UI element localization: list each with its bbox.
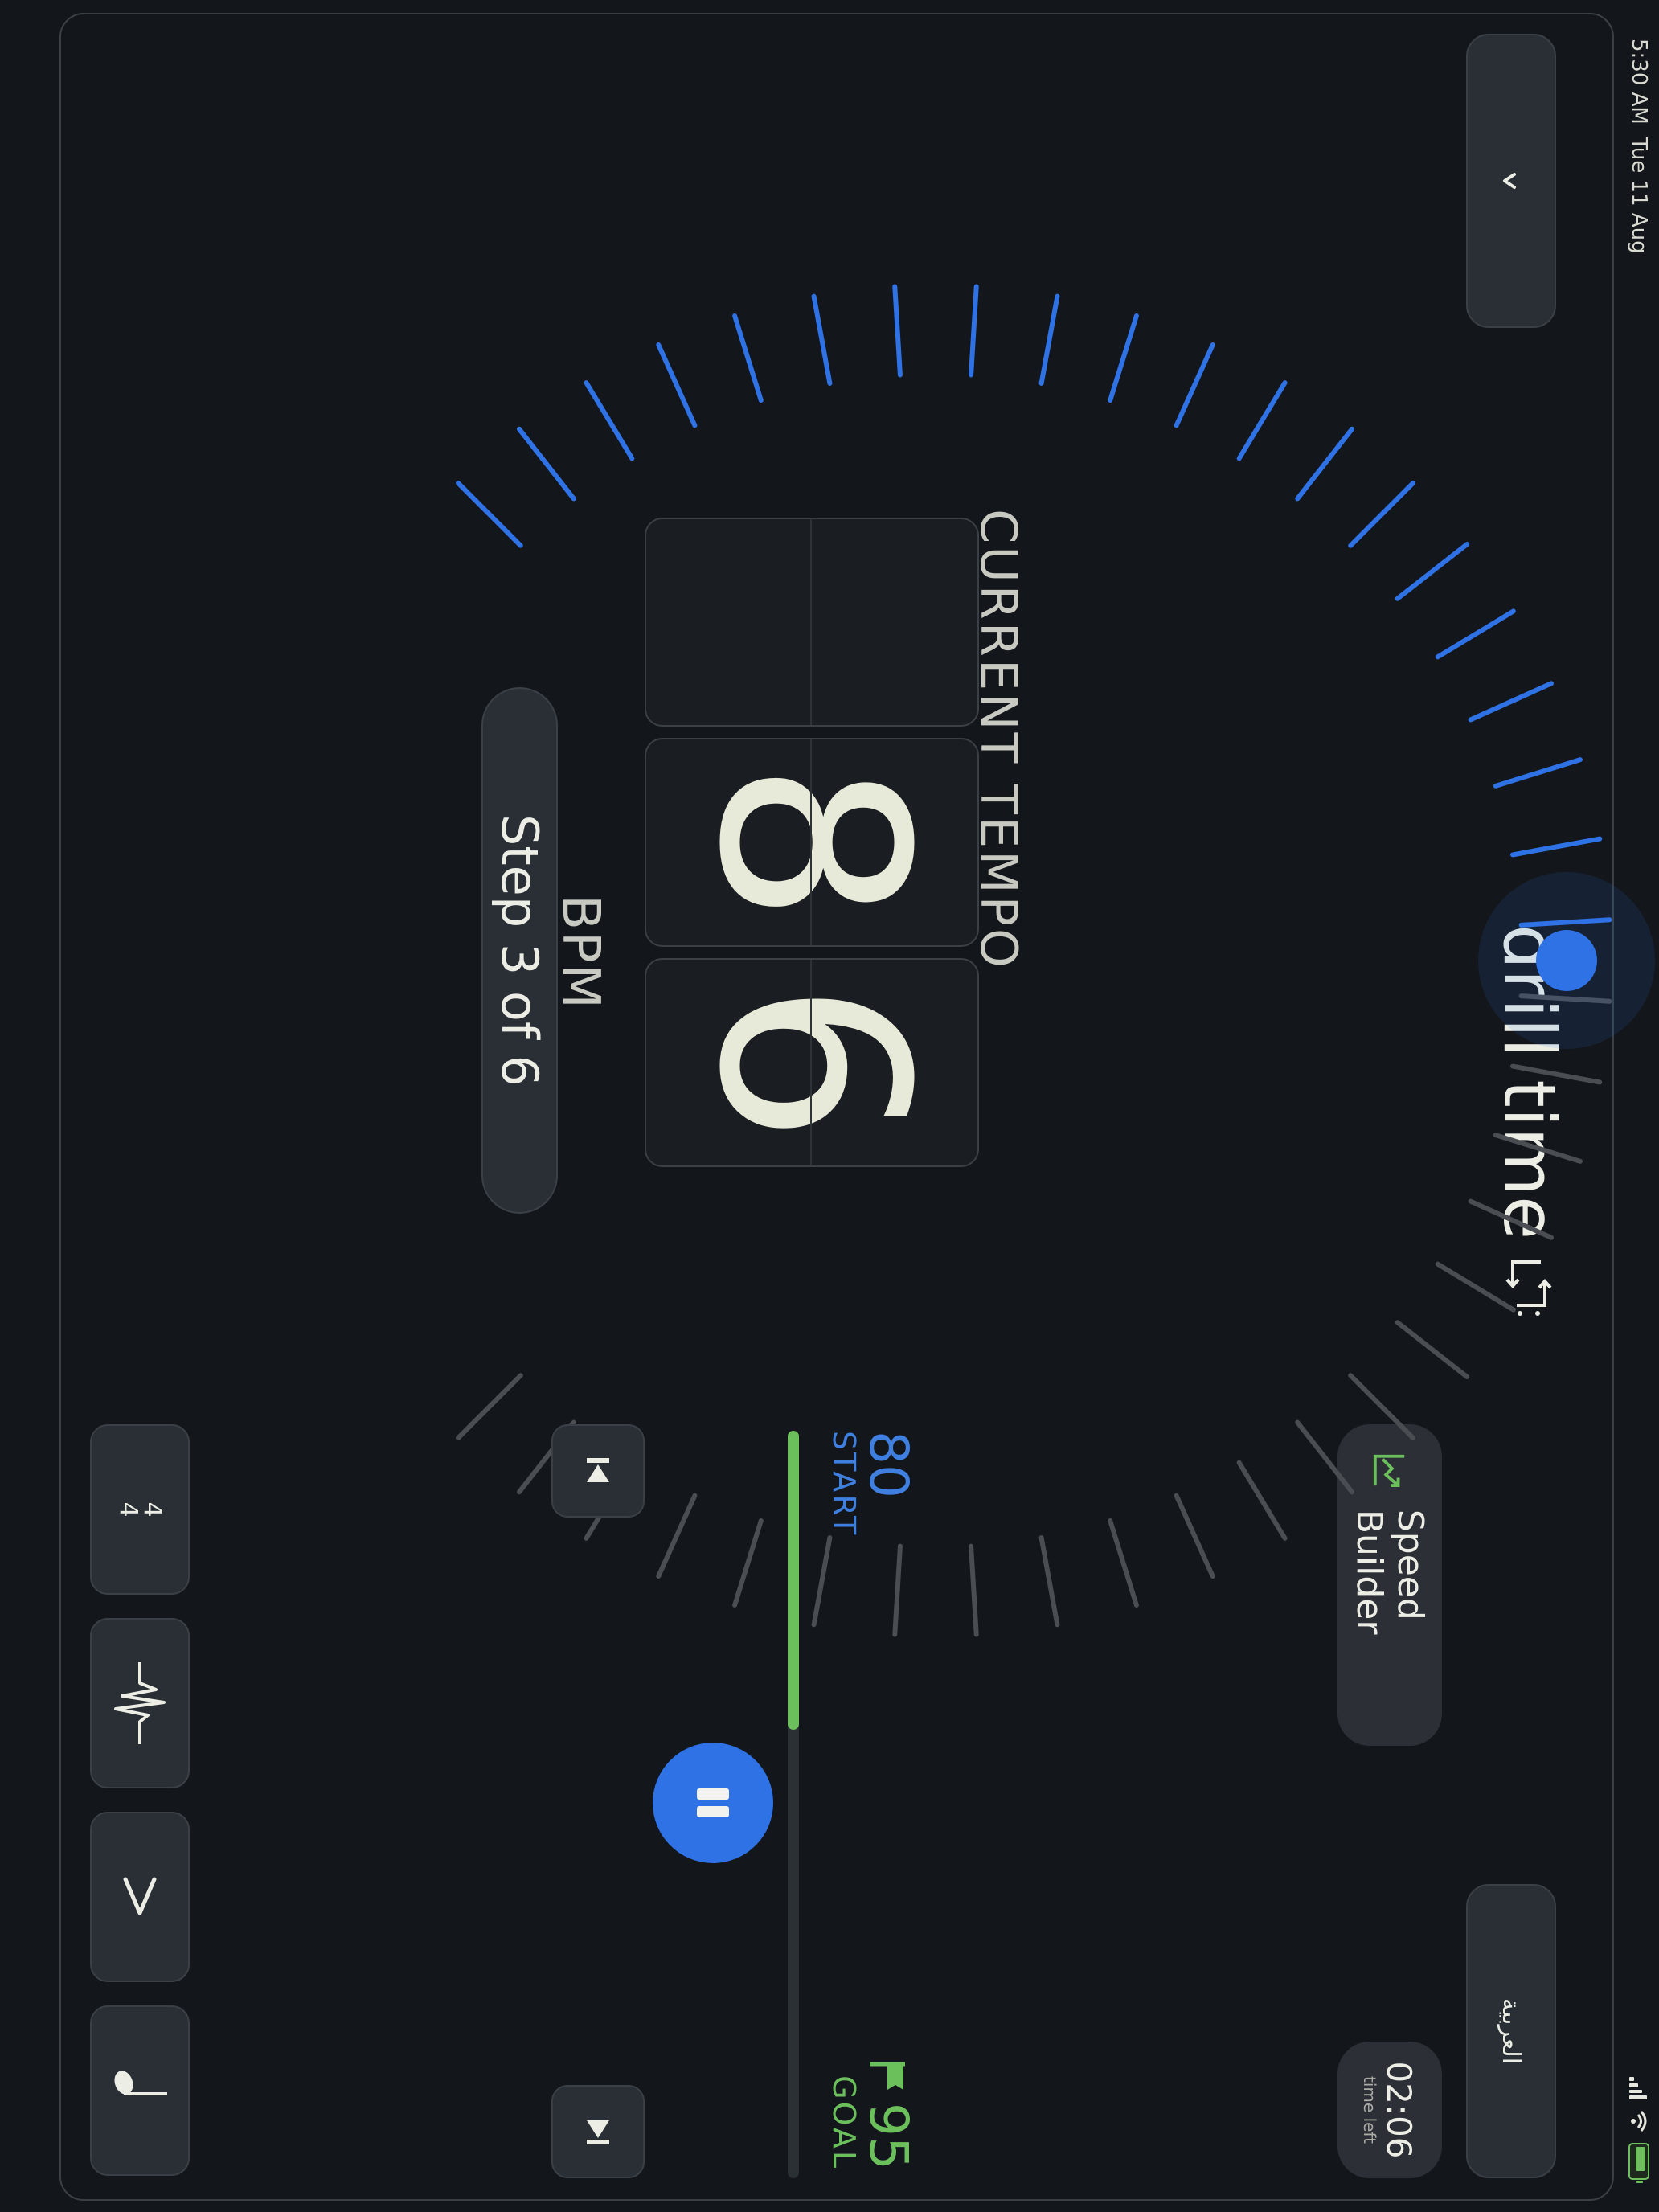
dial-tick [1038,1535,1060,1628]
goal-label: GOAL [826,2075,862,2170]
dial-tick [1510,1063,1603,1085]
accent-mark-icon [123,1877,157,1915]
time-signature-top: 4 [138,1501,166,1518]
dial-tick [584,380,635,461]
waveform-icon [114,1662,166,1744]
time-signature: 4 4 [114,1501,166,1518]
rotated-canvas: 5:30 AMTue 11 Aug العربية drill time Spe… [0,0,1659,2212]
screen: 5:30 AMTue 11 Aug العربية drill time Spe… [0,0,1659,2212]
dial-tick [1174,342,1215,428]
pause-icon [697,1788,729,1817]
dial-tick [1435,608,1516,660]
accent-button[interactable] [90,1812,190,1982]
dial-tick [1348,1373,1415,1440]
skip-start-icon [587,1458,609,1482]
dial-tick [811,293,833,386]
note-value-button[interactable] [90,2005,190,2176]
dial-tick [1468,681,1554,723]
dial-tick [656,1493,698,1579]
start-label: START [826,1431,862,1538]
start-value: 80 [858,1431,920,1498]
dial-tick [1468,1198,1554,1240]
progress-fill [788,1431,799,1730]
dial-tick [1038,293,1060,386]
dial-tick [1236,380,1288,461]
dial-tick [732,313,764,403]
sound-button[interactable] [90,1618,190,1788]
dial-tick [1395,541,1470,601]
skip-to-end-button[interactable] [551,2085,645,2178]
dial-tick [1236,1460,1288,1541]
dial-tick [1108,313,1139,403]
time-signature-bottom: 4 [114,1501,142,1518]
dial-tick [1295,1419,1355,1495]
progress-track [788,1431,799,2178]
step-indicator: Step 3 of 6 [481,687,558,1214]
dial-tick [1395,1320,1470,1380]
dial-tick [1493,1133,1583,1164]
dial-tick [969,284,979,378]
goal-value: 95 [858,2103,920,2170]
tempo-digit-ones: 6 [645,958,979,1167]
dial-tick [656,342,698,428]
dial-tick [456,481,523,548]
dial-tick [1108,1518,1139,1608]
tempo-digit: 6 [662,981,961,1145]
dial-tick [1174,1493,1215,1579]
tempo-digit: 8 [662,760,961,924]
tempo-digit-hundreds [645,518,979,727]
tempo-digit-tens: 8 [645,738,979,947]
skip-to-start-button[interactable] [551,1424,645,1518]
dial-tick [1493,757,1583,789]
dial-tick [1510,836,1603,858]
bpm-label: BPM [551,895,610,1010]
quarter-note-icon [114,2071,167,2095]
skip-end-icon [587,2120,609,2144]
flag-icon [870,2062,906,2091]
step-text: Step 3 of 6 [490,814,549,1087]
dial-tick [1435,1261,1516,1313]
dial-tick [892,284,903,378]
dial-tick [969,1543,979,1637]
dial-tick [1295,426,1355,502]
time-signature-button[interactable]: 4 4 [90,1424,190,1595]
goal-value-group: 95 [858,2059,920,2170]
dial-tick [1348,481,1415,548]
pause-button[interactable] [653,1743,773,1863]
dial-tick [516,426,576,502]
dial-tick [456,1373,523,1440]
dial-knob[interactable] [1536,930,1597,991]
